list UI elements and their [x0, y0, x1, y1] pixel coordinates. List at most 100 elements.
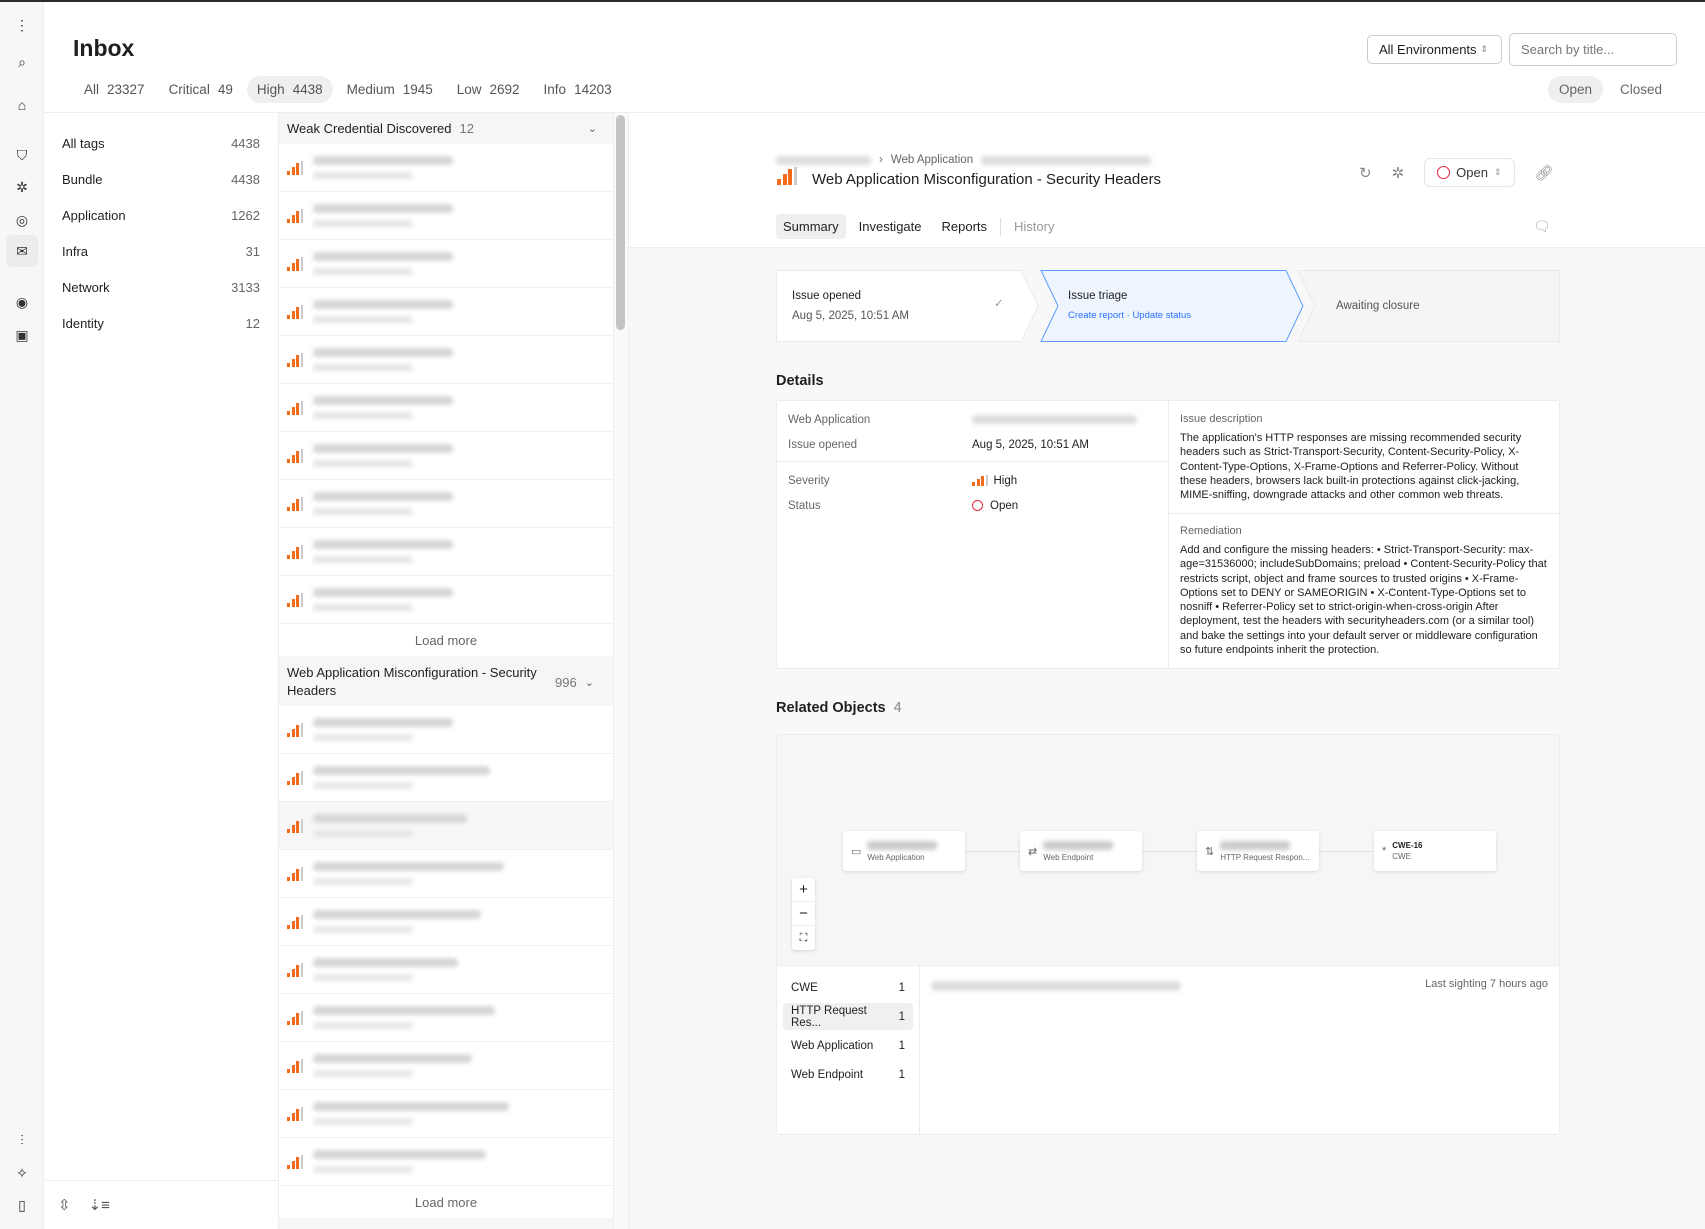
tab-count: 49 [217, 82, 233, 97]
related-type-cwe[interactable]: CWE 1 [783, 974, 913, 1001]
field-value-blurred[interactable] [972, 415, 1137, 424]
group-title: Weak Credential Discovered [287, 121, 452, 136]
search-icon[interactable]: ⌕ [11, 51, 33, 73]
terminal-icon[interactable]: ▣ [11, 324, 33, 346]
docs-book-icon[interactable]: ▯ [11, 1194, 33, 1216]
remediation-text: Add and configure the missing headers: •… [1180, 544, 1547, 657]
tag-item-bundle[interactable]: Bundle 4438 [44, 161, 278, 197]
issue-row[interactable] [279, 192, 613, 240]
settings-sliders-icon[interactable]: ⫶ [11, 1129, 33, 1151]
issue-row[interactable] [279, 528, 613, 576]
search-input[interactable] [1509, 33, 1677, 66]
tag-item-network[interactable]: Network 3133 [44, 269, 278, 305]
issue-row[interactable] [279, 432, 613, 480]
tab-low[interactable]: Low 2692 [447, 76, 530, 103]
node-type: Web Application [867, 852, 925, 862]
graph-node-web-application[interactable]: ▭ Web Application [843, 831, 965, 871]
related-object-row[interactable]: Last sighting 7 hours ago [920, 966, 1559, 1134]
create-report-link[interactable]: Create report [1068, 310, 1124, 321]
fit-view-button[interactable]: ⛶ [792, 926, 815, 950]
tab-reports[interactable]: Reports [935, 214, 995, 239]
issue-row[interactable] [279, 706, 613, 754]
issue-row[interactable] [279, 994, 613, 1042]
tab-history[interactable]: History [1007, 214, 1061, 239]
environment-select[interactable]: All Environments ⇕ [1367, 35, 1502, 64]
shield-icon[interactable]: ⛉ [11, 144, 33, 166]
issue-row[interactable] [279, 1042, 613, 1090]
scrollbar-thumb[interactable] [616, 115, 625, 330]
issue-row[interactable] [279, 1090, 613, 1138]
field-value: Aug 5, 2025, 10:51 AM [972, 438, 1090, 451]
comment-icon[interactable]: 🗨︎ [1533, 218, 1551, 235]
zoom-in-button[interactable]: + [792, 878, 815, 902]
tag-item-infra[interactable]: Infra 31 [44, 233, 278, 269]
issue-row[interactable] [279, 754, 613, 802]
refresh-icon[interactable]: ↻ [1359, 164, 1372, 182]
related-type-web-application[interactable]: Web Application 1 [783, 1032, 913, 1059]
fingerprint-icon[interactable]: ◉ [11, 291, 33, 313]
filter-closed[interactable]: Closed [1609, 76, 1673, 103]
cursor-sparkle-icon[interactable]: ✧ [11, 1162, 33, 1184]
tag-count: 31 [245, 243, 260, 259]
issue-row[interactable] [279, 144, 613, 192]
graph-node-http-request[interactable]: ⇅ HTTP Request Respon... [1197, 831, 1319, 871]
tab-all[interactable]: All 23327 [74, 76, 155, 103]
group-header[interactable]: Weak Credential Discovered 12 ⌄ [279, 113, 613, 144]
issue-row[interactable] [279, 288, 613, 336]
issue-row-text-blurred [312, 588, 453, 611]
group-header[interactable]: Web Application Misconfiguration - Secur… [279, 656, 613, 706]
issue-row-text-blurred [312, 396, 453, 419]
issue-row[interactable] [279, 336, 613, 384]
graph-canvas[interactable]: ▭ Web Application ⇄ Web Endpoint ⇅ HTTP Req… [777, 735, 1559, 966]
tab-count: 23327 [107, 82, 145, 97]
issue-row[interactable] [279, 240, 613, 288]
tab-high[interactable]: High 4438 [246, 76, 333, 103]
group-header[interactable] [279, 1218, 613, 1229]
breadcrumb-blurred[interactable] [776, 155, 871, 165]
zoom-controls: + − ⛶ [792, 878, 815, 950]
link-icon[interactable]: 🔗︎ [1535, 164, 1554, 182]
load-more-button[interactable]: Load more [279, 624, 613, 656]
bug-icon[interactable]: ✲ [1392, 164, 1405, 182]
breadcrumb-blurred[interactable] [981, 155, 1152, 165]
filter-open[interactable]: Open [1548, 76, 1604, 103]
load-more-button[interactable]: Load more [279, 1186, 613, 1218]
tab-summary[interactable]: Summary [776, 214, 846, 239]
status-select[interactable]: Open ⇕ [1424, 158, 1515, 187]
route-icon: ⇄ [1028, 845, 1038, 858]
expand-collapse-icon[interactable]: ⇳ [58, 1196, 71, 1214]
update-status-link[interactable]: Update status [1132, 310, 1191, 321]
issue-row[interactable] [279, 850, 613, 898]
tag-count: 3133 [231, 279, 260, 295]
issue-row[interactable] [279, 480, 613, 528]
tab-investigate[interactable]: Investigate [852, 214, 929, 239]
tab-medium[interactable]: Medium 1945 [337, 76, 443, 103]
graph-node-cwe[interactable]: * CWE-16 CWE [1374, 831, 1496, 871]
issue-row[interactable] [279, 576, 613, 624]
related-type-web-endpoint[interactable]: Web Endpoint 1 [783, 1061, 913, 1088]
inbox-icon[interactable]: ✉ [6, 235, 38, 267]
details-fields: Web Application Issue opened Aug 5, 2025,… [777, 401, 1169, 668]
breadcrumb-item[interactable]: Web Application [891, 154, 973, 166]
tag-item-identity[interactable]: Identity 12 [44, 305, 278, 341]
sort-icon[interactable]: ⇣≡ [89, 1196, 110, 1214]
issue-row-text-blurred [312, 910, 481, 933]
tag-item-all[interactable]: All tags 4438 [44, 125, 278, 161]
issue-row[interactable] [279, 946, 613, 994]
issue-row[interactable] [279, 898, 613, 946]
home-icon[interactable]: ⌂ [11, 94, 33, 116]
chevron-down-icon: ⌄ [584, 676, 594, 689]
zoom-out-button[interactable]: − [792, 902, 815, 926]
compass-icon[interactable]: ◎ [11, 209, 33, 231]
issue-row[interactable] [279, 802, 613, 850]
issue-row[interactable] [279, 384, 613, 432]
related-type-http-request[interactable]: HTTP Request Res... 1 [783, 1003, 913, 1030]
graph-node-web-endpoint[interactable]: ⇄ Web Endpoint [1020, 831, 1142, 871]
tab-count: 14203 [574, 82, 612, 97]
tab-info[interactable]: Info 14203 [534, 76, 622, 103]
chevron-right-icon: › [879, 154, 883, 166]
tag-item-application[interactable]: Application 1262 [44, 197, 278, 233]
issue-row[interactable] [279, 1138, 613, 1186]
tab-critical[interactable]: Critical 49 [159, 76, 243, 103]
bug-icon[interactable]: ✲ [11, 176, 33, 198]
